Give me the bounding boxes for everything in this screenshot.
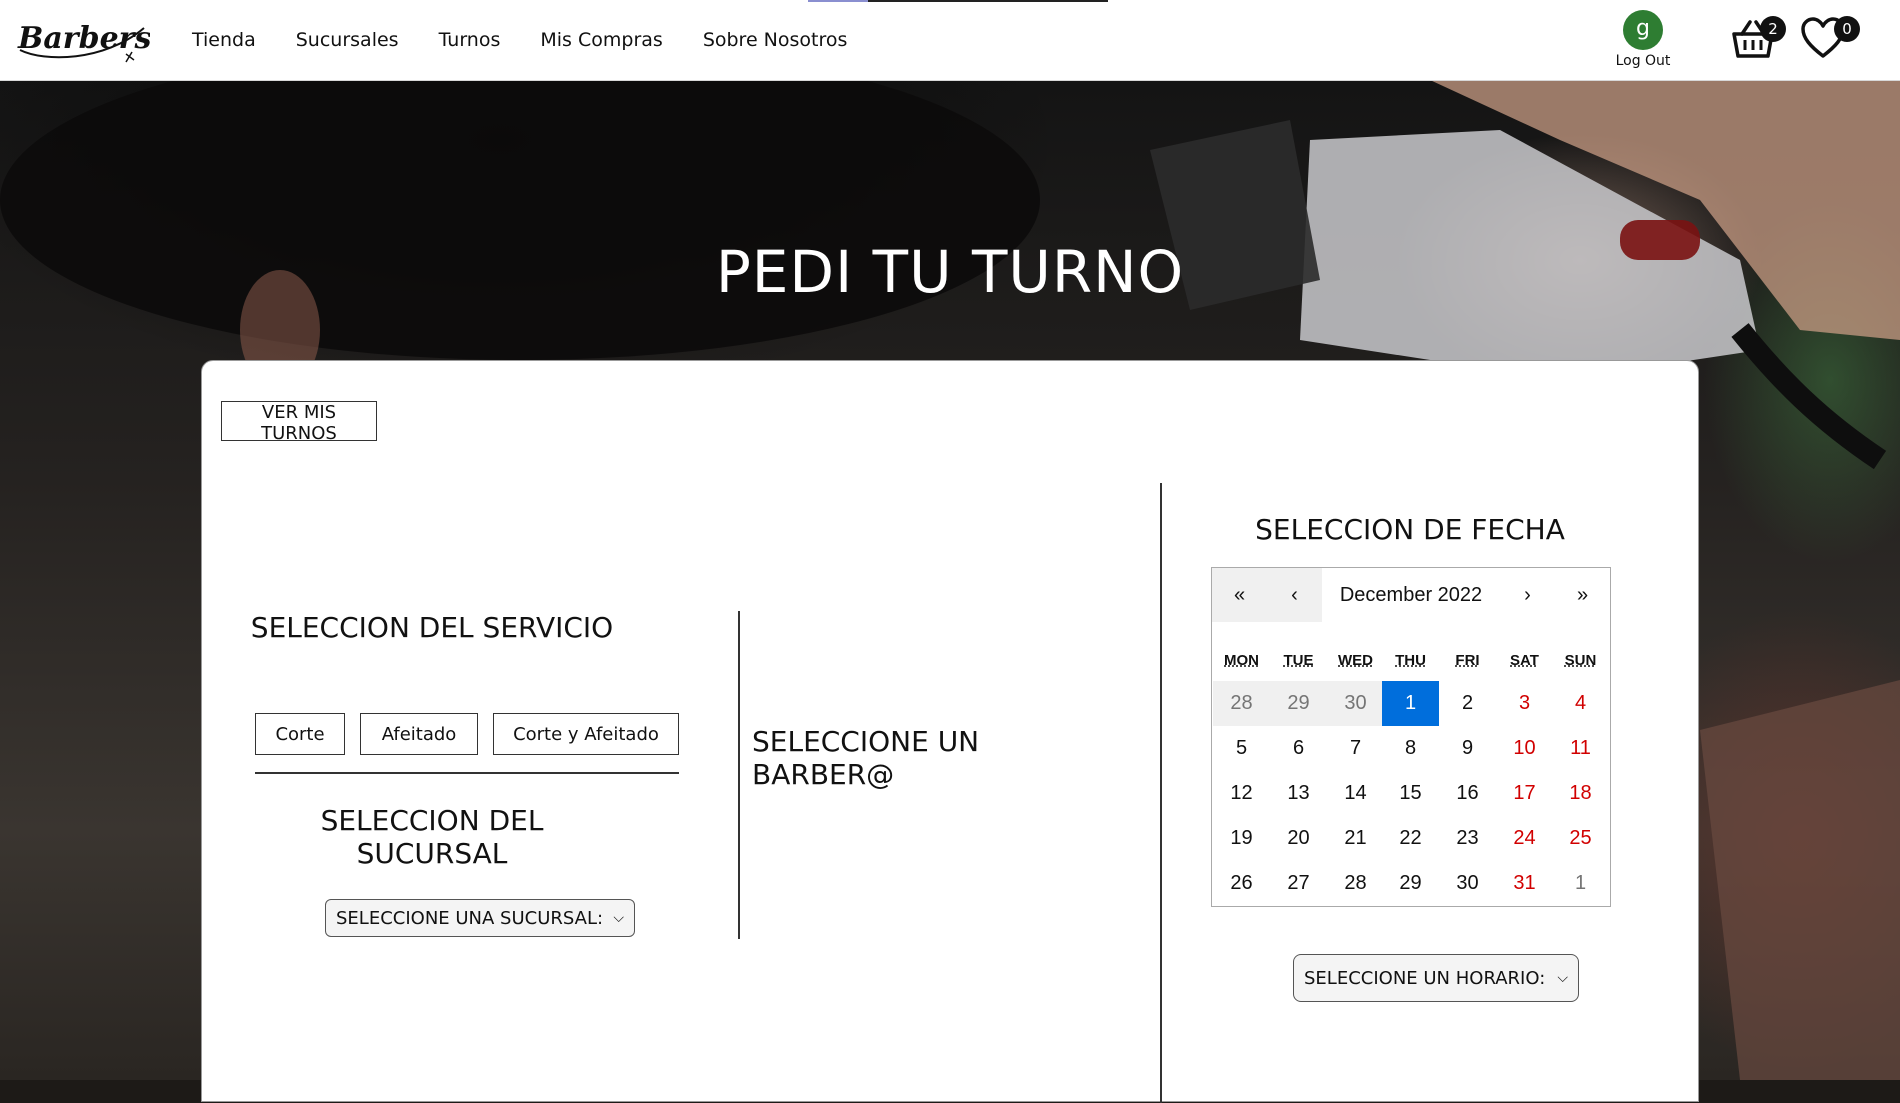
logout-link[interactable]: Log Out bbox=[1612, 53, 1674, 69]
nav-sucursales[interactable]: Sucursales bbox=[296, 29, 399, 51]
weekday-label: TUE bbox=[1283, 652, 1314, 669]
calendar-day[interactable]: 5 bbox=[1213, 726, 1270, 771]
calendar-day[interactable]: 18 bbox=[1552, 771, 1609, 816]
calendar-day[interactable]: 24 bbox=[1496, 816, 1553, 861]
calendar-day[interactable]: 7 bbox=[1327, 726, 1384, 771]
servicio-title: SELECCION DEL SERVICIO bbox=[250, 611, 614, 644]
calendar-day[interactable]: 3 bbox=[1496, 681, 1553, 726]
booking-card: VER MIS TURNOS SELECCION DEL SERVICIO Co… bbox=[201, 360, 1699, 1103]
next-month-button[interactable]: › bbox=[1500, 568, 1555, 622]
calendar-day[interactable]: 13 bbox=[1270, 771, 1327, 816]
main-nav: Tienda Sucursales Turnos Mis Compras Sob… bbox=[192, 0, 847, 80]
calendar-month-label[interactable]: December 2022 bbox=[1322, 568, 1500, 622]
divider bbox=[255, 772, 679, 774]
service-afeitado-button[interactable]: Afeitado bbox=[360, 713, 478, 755]
logo-text: Barbershop bbox=[17, 21, 150, 56]
nav-sobre-nosotros[interactable]: Sobre Nosotros bbox=[703, 29, 848, 51]
calendar-day[interactable]: 9 bbox=[1439, 726, 1496, 771]
nav-tienda[interactable]: Tienda bbox=[192, 29, 256, 51]
weekday-label: SAT bbox=[1510, 652, 1539, 669]
weekday-label: THU bbox=[1395, 652, 1426, 669]
barber-title: SELECCIONE UN BARBER@ bbox=[752, 725, 980, 791]
horario-select[interactable]: SELECCIONE UN HORARIO: ⌵ bbox=[1293, 954, 1579, 1002]
service-corte-afeitado-button[interactable]: Corte y Afeitado bbox=[493, 713, 679, 755]
weekday-label: FRI bbox=[1455, 652, 1480, 669]
calendar-day[interactable]: 1 bbox=[1552, 861, 1609, 906]
calendar-day[interactable]: 27 bbox=[1270, 861, 1327, 906]
weekday-label: SUN bbox=[1564, 652, 1597, 669]
calendar-day[interactable]: 23 bbox=[1439, 816, 1496, 861]
chevron-down-icon: ⌵ bbox=[613, 910, 624, 926]
calendar-day[interactable]: 16 bbox=[1439, 771, 1496, 816]
calendar-day[interactable]: 4 bbox=[1552, 681, 1609, 726]
calendar-day[interactable]: 28 bbox=[1327, 861, 1384, 906]
prev-year-button[interactable]: « bbox=[1212, 568, 1267, 622]
calendar-day[interactable]: 22 bbox=[1382, 816, 1439, 861]
weekday-label: WED bbox=[1338, 652, 1373, 669]
calendar-day[interactable]: 15 bbox=[1382, 771, 1439, 816]
page-title: PEDI TU TURNO bbox=[715, 238, 1185, 306]
cart-count-badge: 2 bbox=[1760, 16, 1786, 42]
calendar-navigation: « ‹ December 2022 › » bbox=[1212, 568, 1610, 622]
calendar-day[interactable]: 11 bbox=[1552, 726, 1609, 771]
service-corte-button[interactable]: Corte bbox=[255, 713, 345, 755]
calendar-day[interactable]: 17 bbox=[1496, 771, 1553, 816]
calendar-day[interactable]: 21 bbox=[1327, 816, 1384, 861]
nav-turnos[interactable]: Turnos bbox=[439, 29, 501, 51]
sucursal-select[interactable]: SELECCIONE UNA SUCURSAL: ⌵ bbox=[325, 899, 635, 937]
calendar-day[interactable]: 25 bbox=[1552, 816, 1609, 861]
calendar-day[interactable]: 30 bbox=[1327, 681, 1384, 726]
calendar-day[interactable]: 12 bbox=[1213, 771, 1270, 816]
favorites-button[interactable]: 0 bbox=[1800, 16, 1860, 66]
calendar-day[interactable]: 31 bbox=[1496, 861, 1553, 906]
cart-button[interactable]: 2 bbox=[1730, 16, 1786, 66]
calendar-day[interactable]: 20 bbox=[1270, 816, 1327, 861]
horario-select-value: SELECCIONE UN HORARIO: bbox=[1304, 967, 1546, 989]
calendar-day[interactable]: 8 bbox=[1382, 726, 1439, 771]
calendar: « ‹ December 2022 › » MON TUE WED THU FR… bbox=[1211, 567, 1611, 907]
top-accent-line bbox=[808, 0, 1108, 2]
calendar-day[interactable]: 29 bbox=[1382, 861, 1439, 906]
ver-mis-turnos-button[interactable]: VER MIS TURNOS bbox=[221, 401, 377, 444]
sucursal-title: SELECCION DEL SUCURSAL bbox=[320, 804, 544, 870]
avatar[interactable]: g bbox=[1623, 10, 1663, 50]
calendar-day[interactable]: 29 bbox=[1270, 681, 1327, 726]
calendar-day[interactable]: 28 bbox=[1213, 681, 1270, 726]
calendar-day[interactable]: 26 bbox=[1213, 861, 1270, 906]
calendar-day[interactable]: 19 bbox=[1213, 816, 1270, 861]
barbershop-logo[interactable]: Barbershop bbox=[14, 10, 214, 72]
top-navbar: Barbershop Tienda Sucursales Turnos Mis … bbox=[0, 0, 1900, 81]
next-year-button[interactable]: » bbox=[1555, 568, 1610, 622]
vertical-divider-right bbox=[1160, 483, 1162, 1103]
calendar-day[interactable]: 14 bbox=[1327, 771, 1384, 816]
user-menu[interactable]: g Log Out bbox=[1612, 10, 1674, 69]
prev-month-button[interactable]: ‹ bbox=[1267, 568, 1322, 622]
calendar-day-selected[interactable]: 1 bbox=[1382, 681, 1439, 726]
calendar-day[interactable]: 6 bbox=[1270, 726, 1327, 771]
vertical-divider-left bbox=[738, 611, 740, 939]
chevron-down-icon: ⌵ bbox=[1557, 970, 1568, 986]
calendar-day[interactable]: 30 bbox=[1439, 861, 1496, 906]
weekday-label: MON bbox=[1224, 652, 1259, 669]
calendar-day[interactable]: 10 bbox=[1496, 726, 1553, 771]
sucursal-select-value: SELECCIONE UNA SUCURSAL: bbox=[336, 907, 604, 929]
favorites-count-badge: 0 bbox=[1834, 16, 1860, 42]
calendar-day[interactable]: 2 bbox=[1439, 681, 1496, 726]
fecha-title: SELECCION DE FECHA bbox=[1255, 513, 1565, 546]
nav-mis-compras[interactable]: Mis Compras bbox=[540, 29, 662, 51]
